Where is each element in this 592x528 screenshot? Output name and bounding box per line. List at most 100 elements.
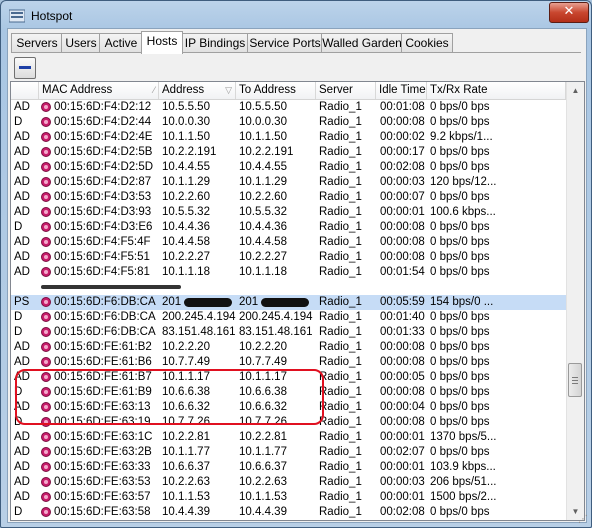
cell-tx-rx-rate: 120 bps/12... [430, 176, 497, 188]
cell-mac-address: 00:15:6D:F4:D3:E6 [39, 220, 159, 235]
cell-to-address: 10.2.2.191 [239, 146, 294, 158]
column-header-address[interactable]: Address ▽ [159, 82, 236, 99]
mac-address-text: 00:15:6D:FE:63:13 [54, 401, 151, 413]
table-row[interactable]: AD 00:15:6D:FE:61:B7 10.1.1.17 10.1.1.17 Rad… [11, 370, 566, 385]
cell-idle-time: 00:00:08 [380, 236, 425, 248]
cell-tx-rx-rate: 0 bps/0 bps [430, 371, 490, 383]
cell-mac-address: 00:15:6D:F4:D2:44 [39, 115, 159, 130]
column-header-server[interactable]: Server [316, 82, 376, 99]
table-row[interactable]: AD 00:15:6D:F4:F5:51 10.2.2.27 10.2.2.27 Rad… [11, 250, 566, 265]
table-row[interactable]: AD 00:15:6D:FE:63:33 10.6.6.37 10.6.6.37 Rad… [11, 460, 566, 475]
table-row[interactable]: AD 00:15:6D:F4:D2:5B 10.2.2.191 10.2.2.191 R… [11, 145, 566, 160]
table-row[interactable]: D 00:15:6D:F6:DB:CA 200.245.4.194 200.245.4… [11, 310, 566, 325]
table-row[interactable]: AD 00:15:6D:FE:63:2B 10.1.1.77 10.1.1.77 Rad… [11, 445, 566, 460]
host-icon [41, 357, 51, 367]
resize-grip-icon[interactable]: ⋰ [578, 514, 590, 526]
cell-address: 10.1.1.50 [162, 131, 210, 143]
title-bar[interactable]: Hotspot ✕ [1, 1, 591, 31]
cell-tx-rx-rate: 1500 bps/2... [430, 491, 497, 503]
cell-idle-time: 00:00:01 [380, 431, 425, 443]
cell-flags: D [14, 326, 23, 338]
table-row[interactable]: AD 00:15:6D:FE:63:53 10.2.2.63 10.2.2.63 Rad… [11, 475, 566, 490]
table-row[interactable]: D 00:15:6D:F4:D3:E6 10.4.4.36 10.4.4.36 Radi… [11, 220, 566, 235]
table-row[interactable]: AD 00:15:6D:F4:D2:4E 10.1.1.50 10.1.1.50 Rad… [11, 130, 566, 145]
cell-mac-address: 00:15:6D:F6:DB:CA [39, 310, 159, 325]
table-row[interactable]: D 00:15:6D:F4:D2:44 10.0.0.30 10.0.0.30 Radi… [11, 115, 566, 130]
cell-to-address: 10.6.6.32 [239, 401, 287, 413]
column-header-idle-time[interactable]: Idle Time [376, 82, 427, 99]
vertical-scrollbar[interactable]: ▲ ▼ [566, 82, 584, 520]
tab-servers[interactable]: Servers [11, 33, 63, 53]
table-row[interactable]: AD 00:15:6D:F4:D2:12 10.5.5.50 10.5.5.50 Rad… [11, 100, 566, 115]
cell-tx-rx-rate: 100.6 kbps... [430, 206, 496, 218]
tab-walled-garden[interactable]: Walled Garden [321, 33, 403, 53]
cell-server: Radio_1 [319, 491, 362, 503]
cell-tx-rx-rate: 0 bps/0 bps [430, 341, 490, 353]
table-row[interactable]: D 00:15:6D:F6:DB:CA 83.151.48.161 83.151.48… [11, 325, 566, 340]
table-row[interactable]: AD 00:15:6D:FE:63:1C 10.2.2.81 10.2.2.81 Rad… [11, 430, 566, 445]
cell-mac-address: 00:15:6D:F4:D2:87 [39, 175, 159, 190]
mac-address-text: 00:15:6D:FE:61:B2 [54, 341, 152, 353]
cell-flags: AD [14, 431, 30, 443]
table-row[interactable]: AD 00:15:6D:FE:61:B2 10.2.2.20 10.2.2.20 Rad… [11, 340, 566, 355]
column-header-flags[interactable] [11, 82, 39, 99]
tab-cookies[interactable]: Cookies [401, 33, 453, 53]
scroll-thumb[interactable] [568, 363, 582, 397]
table-row[interactable]: AD 00:15:6D:F4:D2:87 10.1.1.29 10.1.1.29 Rad… [11, 175, 566, 190]
cell-flags: AD [14, 191, 30, 203]
client-area: Servers Users Active Hosts IP Bindings S… [7, 28, 587, 523]
table-row[interactable]: AD 00:15:6D:F4:F5:4F 10.4.4.58 10.4.4.58 Rad… [11, 235, 566, 250]
table-row[interactable]: AD 00:15:6D:F4:D3:93 10.5.5.32 10.5.5.32 Rad… [11, 205, 566, 220]
close-button[interactable]: ✕ [549, 2, 589, 23]
host-icon [41, 402, 51, 412]
cell-server: Radio_1 [319, 461, 362, 473]
table-row[interactable]: AD 00:15:6D:FE:63:13 10.6.6.32 10.6.6.32 Rad… [11, 400, 566, 415]
table-row[interactable]: PS 00:15:6D:F6:DB:CA 201 201 Radio_1 00:05:59… [11, 295, 566, 310]
table-row[interactable]: D 00:15:6D:FE:63:58 10.4.4.39 10.4.4.39 Radi… [11, 505, 566, 520]
table-row[interactable]: D 00:15:6D:FE:61:B9 10.6.6.38 10.6.6.38 Radi… [11, 385, 566, 400]
host-icon [41, 102, 51, 112]
mac-address-text: 00:15:6D:FE:63:53 [54, 476, 151, 488]
cell-idle-time: 00:00:07 [380, 191, 425, 203]
tab-service-ports[interactable]: Service Ports [247, 33, 323, 53]
cell-idle-time: 00:00:01 [380, 206, 425, 218]
cell-server: Radio_1 [319, 146, 362, 158]
table-row[interactable] [11, 280, 566, 295]
cell-flags: D [14, 416, 23, 428]
table-row[interactable]: AD 00:15:6D:FE:61:B6 10.7.7.49 10.7.7.49 Rad… [11, 355, 566, 370]
column-header-tx-rx-rate[interactable]: Tx/Rx Rate [427, 82, 566, 99]
cell-tx-rx-rate: 0 bps/0 bps [430, 251, 490, 263]
tab-ip-bindings[interactable]: IP Bindings [181, 33, 249, 53]
host-icon [41, 192, 51, 202]
column-header-mac-address[interactable]: MAC Address ⁄ [39, 82, 159, 99]
cell-mac-address: 00:15:6D:F4:F5:81 [39, 265, 159, 280]
remove-button[interactable] [14, 57, 36, 79]
mac-address-text: 00:15:6D:F4:D2:4E [54, 131, 153, 143]
table-row[interactable]: D 00:15:6D:FE:63:19 10.7.7.26 10.7.7.26 Radi… [11, 415, 566, 430]
cell-tx-rx-rate: 0 bps/0 bps [430, 506, 490, 518]
tab-users[interactable]: Users [61, 33, 101, 53]
cell-address: 10.1.1.77 [162, 446, 210, 458]
cell-tx-rx-rate: 1370 bps/5... [430, 431, 497, 443]
mac-address-text: 00:15:6D:F4:F5:4F [54, 236, 151, 248]
table-row[interactable]: AD 00:15:6D:F4:F5:81 10.1.1.18 10.1.1.18 Rad… [11, 265, 566, 280]
column-header-to-address[interactable]: To Address [236, 82, 316, 99]
cell-tx-rx-rate: 0 bps/0 bps [430, 266, 490, 278]
cell-tx-rx-rate: 0 bps/0 bps [430, 326, 490, 338]
cell-address: 10.6.6.32 [162, 401, 210, 413]
cell-server: Radio_1 [319, 101, 362, 113]
table-row[interactable]: AD 00:15:6D:F4:D2:5D 10.4.4.55 10.4.4.55 Rad… [11, 160, 566, 175]
mac-address-text: 00:15:6D:F6:DB:CA [54, 311, 156, 323]
mac-address-text: 00:15:6D:F4:D3:E6 [54, 221, 153, 233]
mac-address-text: 00:15:6D:F6:DB:CA [54, 296, 156, 308]
cell-address: 200.245.4.194 [162, 311, 236, 323]
cell-to-address: 10.5.5.32 [239, 206, 287, 218]
hosts-table: MAC Address ⁄ Address ▽ To Address Server … [10, 81, 585, 521]
table-row[interactable]: AD 00:15:6D:F4:D3:53 10.2.2.60 10.2.2.60 Rad… [11, 190, 566, 205]
scroll-up-icon[interactable]: ▲ [567, 82, 584, 99]
app-icon [9, 9, 25, 23]
tab-hosts[interactable]: Hosts [141, 31, 183, 54]
table-row[interactable]: AD 00:15:6D:FE:63:57 10.1.1.53 10.1.1.53 Rad… [11, 490, 566, 505]
redaction-scribble [184, 298, 232, 307]
tab-active[interactable]: Active [99, 33, 143, 53]
